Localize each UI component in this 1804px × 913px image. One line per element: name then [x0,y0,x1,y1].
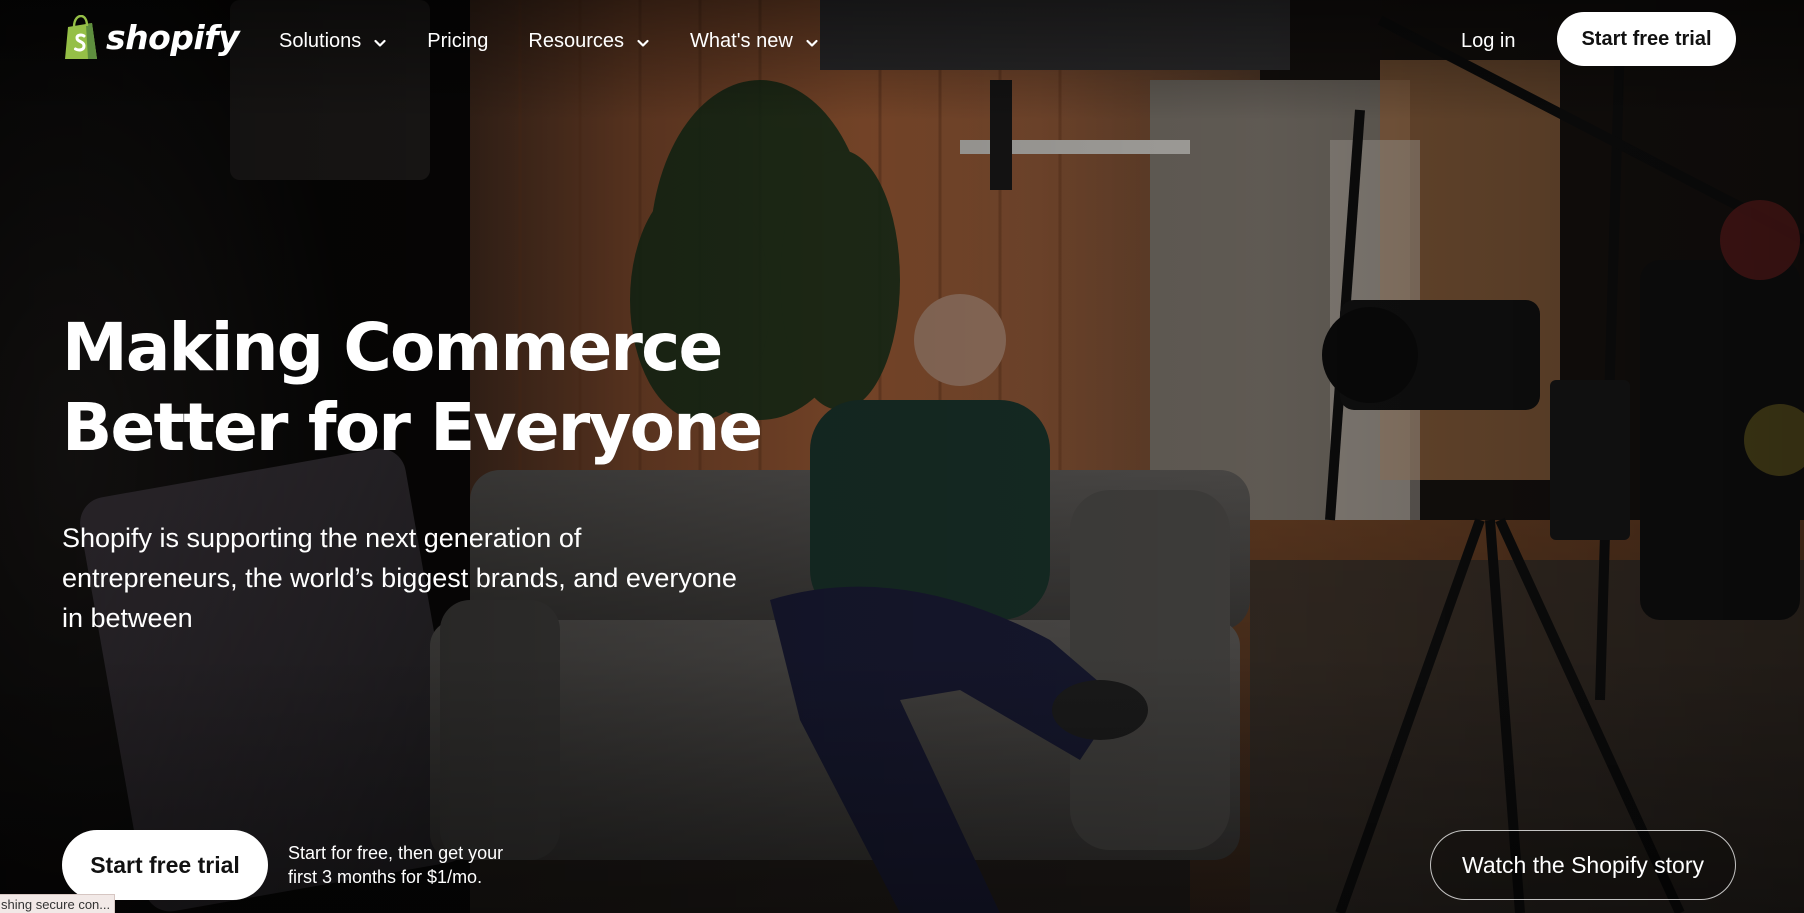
nav-solutions[interactable]: Solutions [279,24,387,58]
site-header: shopify Solutions Pricing Resources What… [0,0,1804,80]
hero-subtitle-line: Shopify is supporting the next generatio… [62,523,582,553]
nav-solutions-label: Solutions [279,29,362,52]
hero-start-free-trial-button[interactable]: Start free trial [62,830,268,900]
nav-whats-new-label: What's new [690,29,793,52]
hero-title-line: Better for Everyone [62,389,763,466]
hero-subtitle-line: entrepreneurs, the world’s biggest brand… [62,563,737,593]
shopify-bag-icon [65,15,97,59]
shopify-logo[interactable]: shopify [62,15,240,61]
trial-offer-note-line: Start for free, then get your [288,843,504,863]
hero-title: Making Commerce Better for Everyone [62,308,782,468]
header-start-free-trial-button[interactable]: Start free trial [1557,12,1736,66]
chevron-down-icon [806,39,818,47]
login-link[interactable]: Log in [1461,24,1516,58]
watch-shopify-story-button[interactable]: Watch the Shopify story [1430,830,1736,900]
hero-subtitle-line: in between [62,603,193,633]
nav-whats-new[interactable]: What's new [690,24,819,58]
trial-offer-note-line: first 3 months for $1/mo. [288,867,483,887]
nav-pricing[interactable]: Pricing [427,24,488,58]
chevron-down-icon [374,39,386,47]
nav-resources[interactable]: Resources [528,24,650,58]
nav-pricing-label: Pricing [427,29,489,52]
shopify-homepage: shopify Solutions Pricing Resources What… [0,0,1804,913]
trial-offer-note: Start for free, then get your first 3 mo… [288,841,588,889]
hero-title-line: Making Commerce [62,309,723,386]
logo-wordmark: shopify [106,17,240,57]
chevron-down-icon [637,39,649,47]
main-nav: Solutions Pricing Resources What's new [279,24,819,58]
browser-status-bar: shing secure con... [0,894,116,913]
nav-resources-label: Resources [528,29,625,52]
hero-subtitle: Shopify is supporting the next generatio… [62,518,762,638]
